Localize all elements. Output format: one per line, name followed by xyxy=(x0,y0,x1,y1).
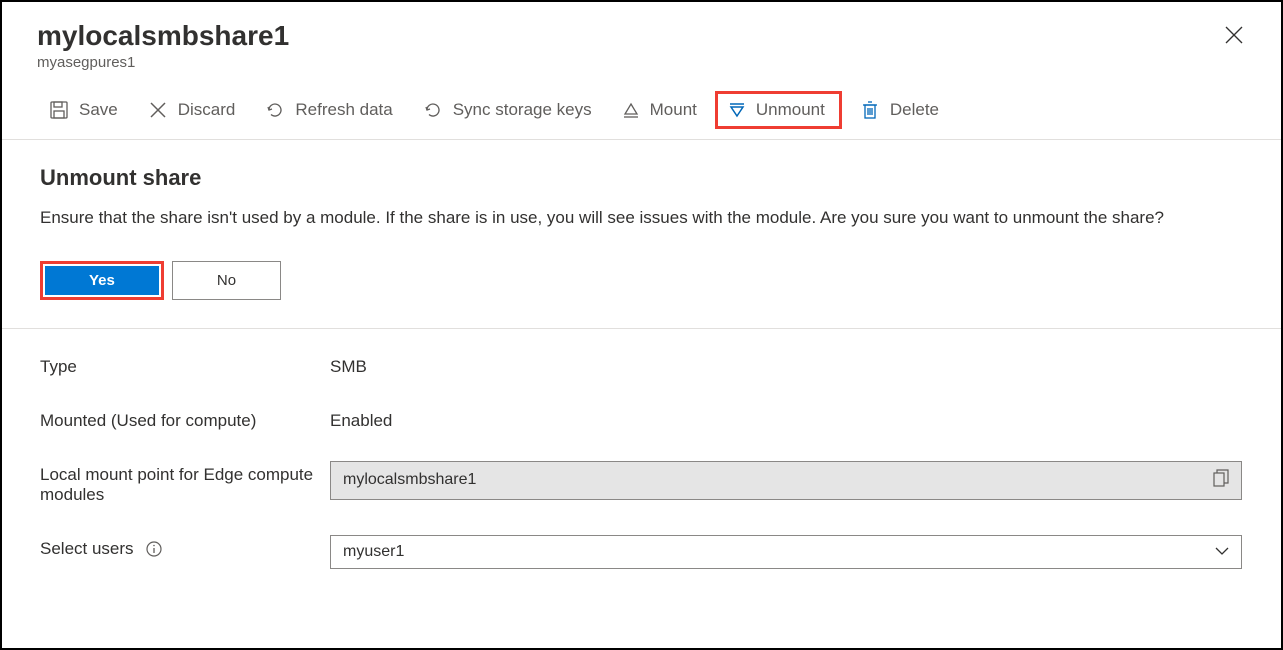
sync-button[interactable]: Sync storage keys xyxy=(411,94,604,126)
mounted-row: Mounted (Used for compute) Enabled xyxy=(40,407,1243,431)
selectusers-row: Select users myuser1 xyxy=(40,535,1243,569)
sync-icon xyxy=(423,100,443,120)
selectusers-label: Select users xyxy=(40,535,330,559)
chevron-down-icon xyxy=(1215,543,1229,561)
refresh-button[interactable]: Refresh data xyxy=(253,94,404,126)
delete-icon xyxy=(860,100,880,120)
mount-button[interactable]: Mount xyxy=(610,94,709,126)
yes-button-highlight: Yes xyxy=(40,261,164,300)
close-icon xyxy=(1225,26,1243,44)
save-icon xyxy=(49,100,69,120)
discard-label: Discard xyxy=(178,100,236,120)
refresh-label: Refresh data xyxy=(295,100,392,120)
selectusers-value: myuser1 xyxy=(343,543,404,561)
info-icon[interactable] xyxy=(146,541,162,557)
type-row: Type SMB xyxy=(40,353,1243,377)
type-label: Type xyxy=(40,353,330,377)
delete-button[interactable]: Delete xyxy=(848,94,951,126)
save-button[interactable]: Save xyxy=(37,94,130,126)
selectusers-dropdown[interactable]: myuser1 xyxy=(330,535,1242,569)
page-subtitle: myasegpures1 xyxy=(37,54,1246,71)
mountpoint-row: Local mount point for Edge compute modul… xyxy=(40,461,1243,505)
delete-label: Delete xyxy=(890,100,939,120)
sync-label: Sync storage keys xyxy=(453,100,592,120)
no-button[interactable]: No xyxy=(172,261,281,300)
mounted-value: Enabled xyxy=(330,407,392,431)
yes-button[interactable]: Yes xyxy=(45,266,159,295)
toolbar: Save Discard Refresh data Sync storage k… xyxy=(2,79,1281,140)
unmount-label: Unmount xyxy=(756,100,825,120)
copy-icon[interactable] xyxy=(1213,469,1229,492)
type-value: SMB xyxy=(330,353,367,377)
unmount-icon xyxy=(728,101,746,119)
dialog-buttons: Yes No xyxy=(40,261,1243,300)
mountpoint-input: mylocalsmbshare1 xyxy=(330,461,1242,500)
discard-icon xyxy=(148,100,168,120)
mountpoint-label: Local mount point for Edge compute modul… xyxy=(40,461,330,505)
mount-label: Mount xyxy=(650,100,697,120)
unmount-dialog: Unmount share Ensure that the share isn'… xyxy=(2,140,1281,329)
close-button[interactable] xyxy=(1225,26,1243,47)
dialog-text: Ensure that the share isn't used by a mo… xyxy=(40,205,1243,231)
page-title: mylocalsmbshare1 xyxy=(37,20,1246,52)
mountpoint-value: mylocalsmbshare1 xyxy=(343,471,476,489)
page-header: mylocalsmbshare1 myasegpures1 xyxy=(2,2,1281,79)
refresh-icon xyxy=(265,100,285,120)
discard-button[interactable]: Discard xyxy=(136,94,248,126)
dialog-title: Unmount share xyxy=(40,165,1243,191)
share-details: Type SMB Mounted (Used for compute) Enab… xyxy=(2,329,1281,623)
mounted-label: Mounted (Used for compute) xyxy=(40,407,330,431)
save-label: Save xyxy=(79,100,118,120)
unmount-button[interactable]: Unmount xyxy=(715,91,842,129)
mount-icon xyxy=(622,101,640,119)
